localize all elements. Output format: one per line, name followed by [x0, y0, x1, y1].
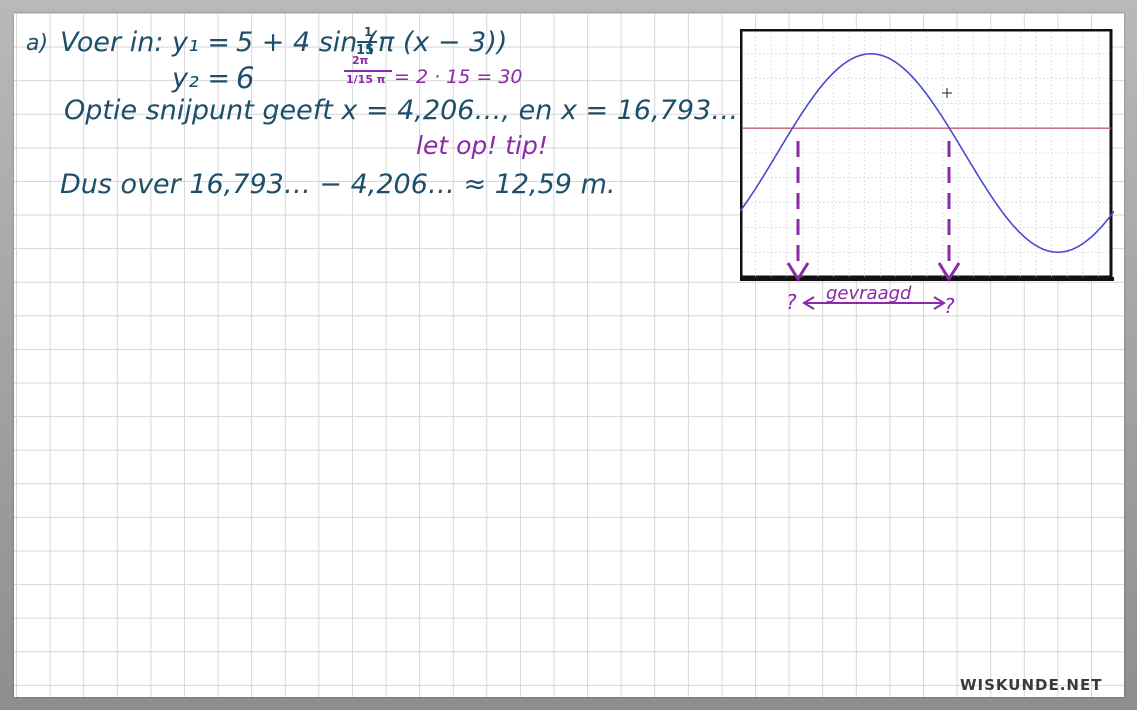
y1-expression-tail: π (x − 3))	[378, 27, 508, 58]
annotation-arrows: ? gevraagd ?	[786, 141, 961, 318]
question-mark-left: ?	[786, 290, 797, 314]
period-numerator: 2π	[352, 54, 369, 67]
period-fraction-bar	[344, 70, 392, 72]
period-result: = 2 · 15 = 30	[394, 66, 523, 88]
part-label: a)	[26, 31, 49, 56]
brand-logo: WISKUNDE.NET	[960, 676, 1103, 694]
instruction-text: Voer in:	[60, 27, 164, 58]
y2-label: y₂ =	[172, 63, 231, 94]
tip-annotation: let op! tip!	[416, 131, 548, 160]
conclusion-sentence: Dus over 16,793… − 4,206… ≈ 12,59 m.	[60, 169, 616, 200]
y1-label: y₁ =	[172, 27, 231, 58]
asked-label: gevraagd	[826, 283, 912, 304]
question-mark-right: ?	[944, 294, 955, 318]
period-denominator: 1/15 π	[346, 73, 386, 86]
intersection-sentence: Optie snijpunt geeft x = 4,206…, en x = …	[64, 95, 739, 126]
fraction-numerator: 1	[364, 25, 373, 39]
y2-value: 6	[236, 61, 255, 95]
grid-paper: a) Voer in: y₁ = 5 + 4 sin ( 1 15 π (x −…	[14, 13, 1124, 697]
